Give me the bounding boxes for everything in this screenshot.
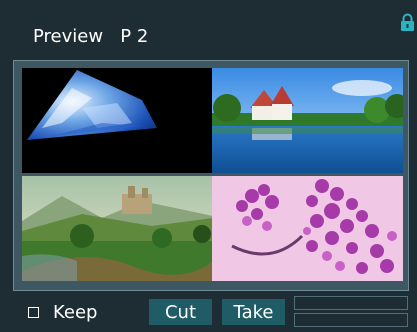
title-label: Preview — [33, 26, 104, 47]
temple-lake-thumbnail[interactable] — [212, 68, 403, 173]
status-slot — [294, 313, 408, 327]
keep-label: Keep — [53, 301, 98, 323]
castle-valley-thumbnail[interactable] — [22, 176, 213, 281]
preview-header: Preview P 2 — [0, 0, 417, 57]
satellite-earth-thumbnail[interactable] — [22, 68, 213, 173]
status-slot — [294, 296, 408, 310]
keep-checkbox[interactable] — [28, 306, 39, 318]
keep-toggle[interactable]: Keep — [28, 301, 98, 323]
panel-title: Preview P 2 — [33, 26, 148, 48]
cut-button[interactable]: Cut — [149, 299, 212, 325]
take-button[interactable]: Take — [222, 299, 285, 325]
lilac-flower-thumbnail[interactable] — [212, 176, 403, 281]
lock-icon[interactable] — [400, 13, 415, 32]
program-page-label: P 2 — [120, 26, 149, 47]
